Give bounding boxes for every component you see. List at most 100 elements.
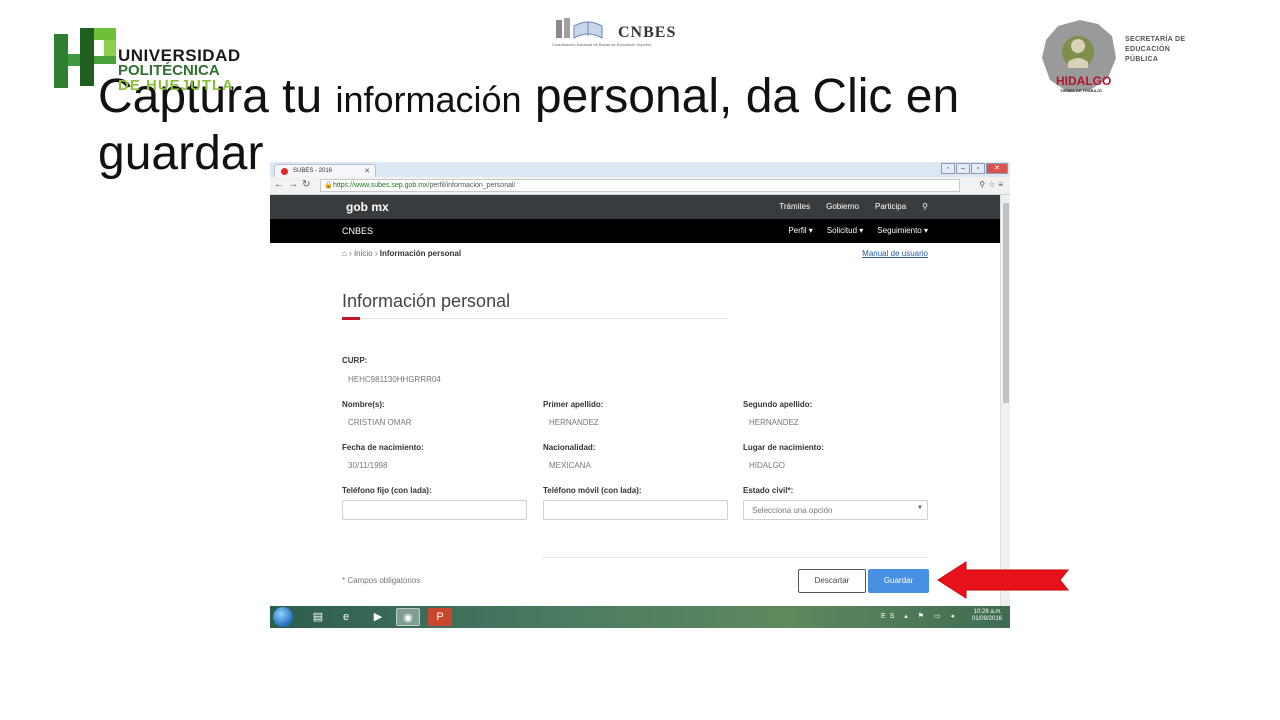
sep-line3: PÚBLICA bbox=[1125, 56, 1159, 63]
menu-perfil[interactable]: Perfil ▾ bbox=[788, 226, 812, 235]
hidalgo-sep-logo: HIDALGO TIERRA DE TRABAJO SECRETARÍA DE … bbox=[1040, 18, 1200, 102]
lock-icon: 🔒 bbox=[324, 182, 333, 189]
fecha-nacimiento-value: 30/11/1998 bbox=[348, 461, 388, 470]
nav-link-gobierno[interactable]: Gobierno bbox=[826, 202, 859, 211]
cnbes-logo: CNBES Coordinación Nacional de Becas de … bbox=[552, 16, 675, 48]
tab-close-icon[interactable]: ✕ bbox=[364, 167, 370, 175]
address-bar-actions: ⚲☆≡ bbox=[979, 180, 1006, 189]
nav-link-participa[interactable]: Participa bbox=[875, 202, 906, 211]
browser-tab-title: SUBES - 2016 bbox=[293, 168, 333, 174]
url-path: /perfil/informacion_personal/ bbox=[427, 182, 516, 189]
title-divider bbox=[342, 318, 728, 319]
form-footer-divider bbox=[542, 557, 928, 558]
start-button[interactable] bbox=[273, 607, 293, 627]
search-icon[interactable]: ⚲ bbox=[922, 202, 928, 211]
curp-value: HEHC981130HHGRRR04 bbox=[348, 375, 441, 384]
chrome-icon[interactable]: ◉ bbox=[396, 608, 420, 626]
gobmx-links: Trámites Gobierno Participa ⚲ bbox=[779, 202, 928, 211]
logo-left-line3: DE HUEJUTLA bbox=[118, 77, 235, 94]
curp-label: CURP: bbox=[342, 356, 368, 365]
menu-solicitud[interactable]: Solicitud ▾ bbox=[827, 226, 863, 235]
tray-clock[interactable]: 10:26 a.m. 01/09/2016 bbox=[972, 609, 1002, 623]
nav-link-tramites[interactable]: Trámites bbox=[779, 202, 810, 211]
telefono-fijo-input[interactable] bbox=[342, 500, 527, 520]
home-icon[interactable]: ⌂ bbox=[342, 249, 347, 258]
tray-icons: ES ▴ ⚑ ▭ ◂ bbox=[880, 613, 958, 620]
url-host: https://www.subes.sep.gob.mx bbox=[333, 182, 428, 189]
cnbes-section-brand[interactable]: CNBES bbox=[342, 226, 373, 236]
lugar-nacimiento-value: HIDALGO bbox=[749, 461, 786, 470]
upn-huejutla-logo: UNIVERSIDAD POLITÉCNICA DE HUEJUTLA bbox=[52, 26, 242, 94]
menu-seguimiento[interactable]: Seguimiento ▾ bbox=[877, 226, 928, 235]
cnbes-links: Perfil ▾ Solicitud ▾ Seguimiento ▾ bbox=[788, 226, 928, 235]
back-icon[interactable]: ← bbox=[274, 179, 288, 190]
required-note: * Campos obligatorios bbox=[342, 576, 421, 585]
hidalgo-state-name: HIDALGO bbox=[1056, 74, 1112, 88]
powerpoint-icon[interactable]: P bbox=[428, 608, 452, 626]
nav-buttons: ←→↻ bbox=[274, 179, 314, 190]
segundo-apellido-value: HERNANDEZ bbox=[749, 418, 799, 427]
book-icon bbox=[556, 18, 603, 39]
nacionalidad-label: Nacionalidad: bbox=[543, 443, 596, 452]
chevron-down-icon: ▼ bbox=[917, 505, 923, 511]
scrollbar-thumb[interactable] bbox=[1003, 203, 1009, 403]
sep-line1: SECRETARÍA DE bbox=[1125, 36, 1186, 43]
save-button[interactable]: Guardar bbox=[868, 569, 929, 593]
browser-tab[interactable]: SUBES - 2016 ✕ bbox=[274, 164, 376, 177]
breadcrumb: ⌂ › Inicio › Información personal bbox=[342, 249, 462, 258]
gobmx-brand[interactable]: gob mx bbox=[346, 200, 389, 214]
page-title: Información personal bbox=[342, 291, 511, 311]
gobmx-navbar: gob mx Trámites Gobierno Participa ⚲ bbox=[270, 195, 1000, 219]
minimize-button[interactable]: – bbox=[956, 163, 970, 174]
telefono-fijo-label: Teléfono fijo (con lada): bbox=[342, 486, 432, 495]
key-icon[interactable]: ⚲ bbox=[979, 180, 988, 189]
hidalgo-state-sub: TIERRA DE TRABAJO bbox=[1060, 88, 1102, 93]
cnbes-logo-name: CNBES bbox=[618, 24, 677, 41]
slide-title-part2: información bbox=[335, 79, 522, 120]
user-icon[interactable]: ◦ bbox=[941, 163, 955, 174]
upn-logo-icon bbox=[54, 28, 116, 88]
red-arrow-icon bbox=[937, 561, 1070, 599]
close-window-button[interactable]: ✕ bbox=[986, 163, 1008, 174]
fecha-nacimiento-label: Fecha de nacimiento: bbox=[342, 443, 424, 452]
window-controls: ◦ – ▫ ✕ bbox=[941, 163, 1008, 175]
maximize-button[interactable]: ▫ bbox=[971, 163, 985, 174]
discard-button[interactable]: Descartar bbox=[798, 569, 866, 593]
primer-apellido-value: HERNANDEZ bbox=[549, 418, 599, 427]
page-scrollbar[interactable] bbox=[1000, 195, 1010, 606]
tray-time: 10:26 a.m. bbox=[973, 609, 1002, 615]
tray-date: 01/09/2016 bbox=[971, 616, 1002, 622]
logo-left-line1: UNIVERSIDAD bbox=[118, 46, 241, 65]
logo-left-line2: POLITÉCNICA bbox=[118, 62, 220, 79]
star-icon[interactable]: ☆ bbox=[988, 180, 998, 189]
url-input[interactable]: 🔒 https://www.subes.sep.gob.mx/perfil/in… bbox=[320, 179, 960, 192]
estado-civil-selected: Selecciona una opción bbox=[752, 506, 833, 515]
telefono-movil-label: Teléfono móvil (con lada): bbox=[543, 486, 642, 495]
title-accent bbox=[342, 317, 360, 320]
forward-icon[interactable]: → bbox=[288, 179, 302, 190]
nombre-label: Nombre(s): bbox=[342, 400, 385, 409]
nombre-value: CRISTIAN OMAR bbox=[348, 418, 412, 427]
windows-taskbar: ▤ e ▶ ◉ P ES ▴ ⚑ ▭ ◂ 10:26 a.m. 01/09/20… bbox=[270, 606, 1010, 628]
media-player-icon[interactable]: ▶ bbox=[366, 608, 390, 626]
favicon-icon bbox=[281, 168, 288, 175]
cnbes-navbar: CNBES Perfil ▾ Solicitud ▾ Seguimiento ▾ bbox=[270, 219, 1000, 243]
ie-icon[interactable]: e bbox=[334, 608, 358, 626]
tray-lang[interactable]: ES bbox=[881, 613, 898, 620]
lugar-nacimiento-label: Lugar de nacimiento: bbox=[743, 443, 824, 452]
estado-civil-select[interactable]: Selecciona una opción ▼ bbox=[743, 500, 928, 520]
estado-civil-label: Estado civil*: bbox=[743, 486, 794, 495]
segundo-apellido-label: Segundo apellido: bbox=[743, 400, 813, 409]
file-explorer-icon[interactable]: ▤ bbox=[306, 608, 330, 626]
breadcrumb-home[interactable]: Inicio bbox=[354, 249, 373, 258]
browser-tab-bar: SUBES - 2016 ✕ ◦ – ▫ ✕ bbox=[270, 162, 1010, 177]
telefono-movil-input[interactable] bbox=[543, 500, 728, 520]
reload-icon[interactable]: ↻ bbox=[302, 179, 314, 190]
breadcrumb-current: Información personal bbox=[379, 249, 462, 258]
menu-icon[interactable]: ≡ bbox=[998, 180, 1006, 189]
web-page: gob mx Trámites Gobierno Participa ⚲ CNB… bbox=[270, 195, 1000, 606]
manual-link[interactable]: Manual de usuario bbox=[862, 249, 928, 258]
nacionalidad-value: MEXICANA bbox=[549, 461, 591, 470]
browser-window: SUBES - 2016 ✕ ◦ – ▫ ✕ ←→↻ 🔒 https://www… bbox=[270, 162, 1010, 628]
sep-line2: EDUCACIÓN bbox=[1125, 46, 1171, 53]
